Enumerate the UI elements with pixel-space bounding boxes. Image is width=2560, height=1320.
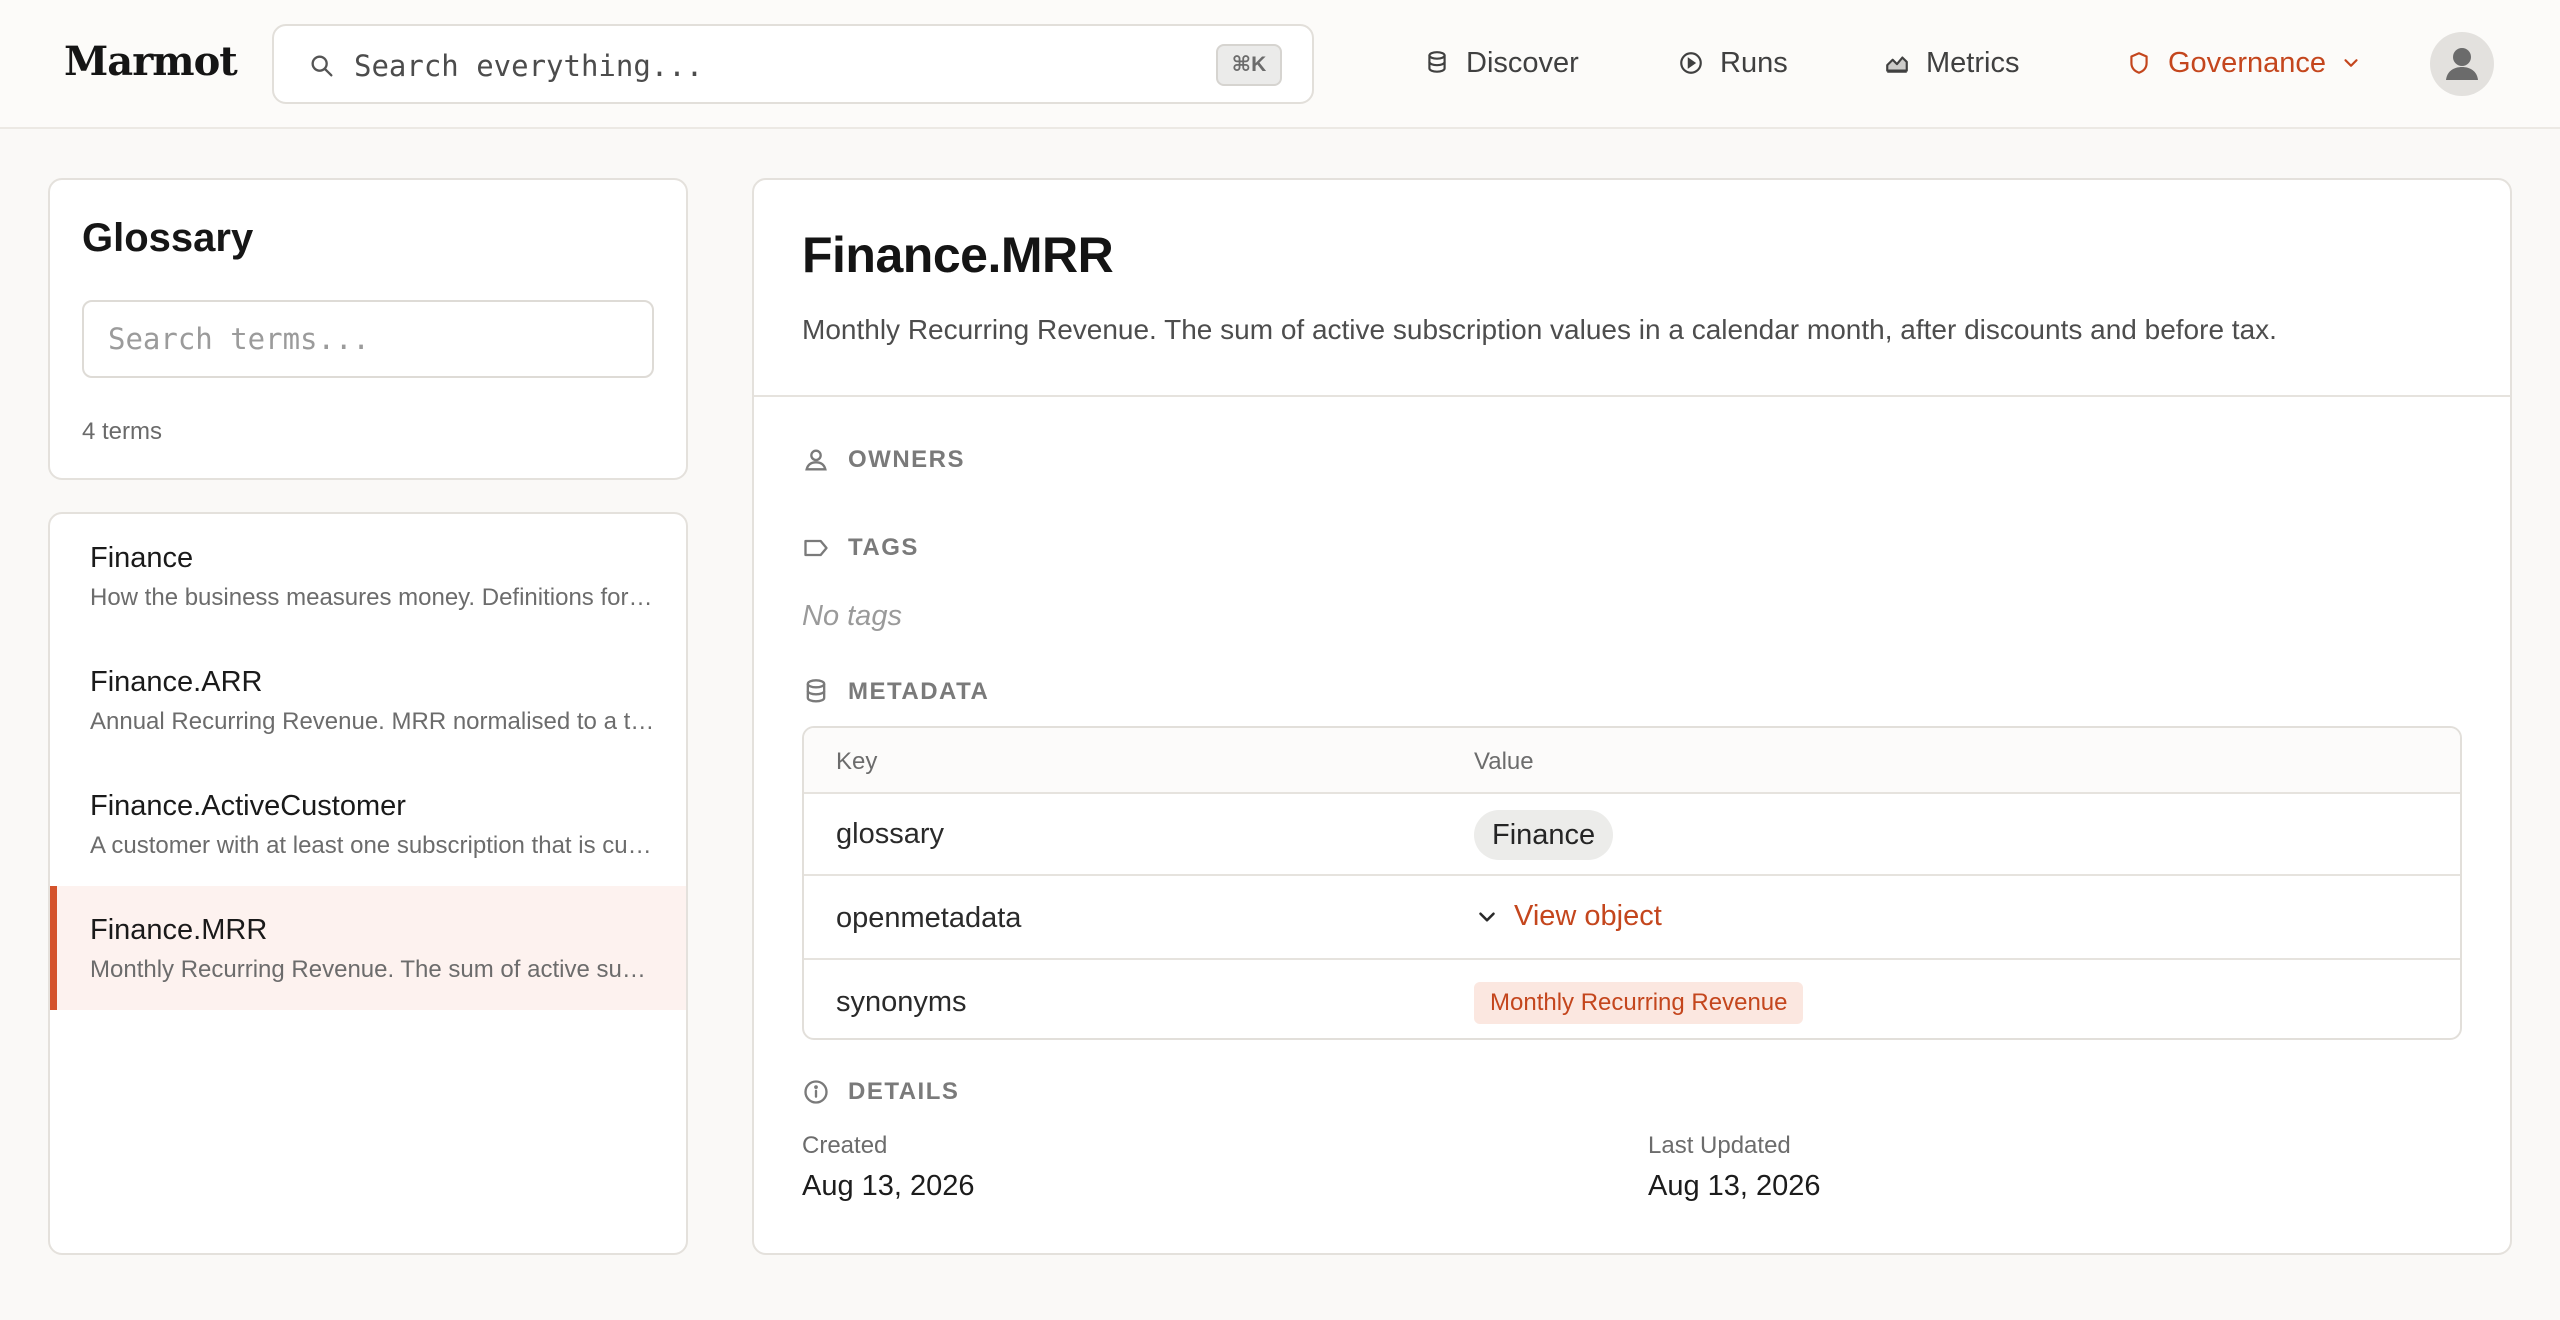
nav-metrics-label: Metrics bbox=[1926, 46, 2020, 79]
term-list: Finance How the business measures money.… bbox=[48, 512, 688, 1255]
table-row: synonyms Monthly Recurring Revenue bbox=[804, 962, 2460, 1038]
term-item-finance-activecustomer[interactable]: Finance.ActiveCustomer A customer with a… bbox=[50, 762, 686, 886]
view-object-toggle[interactable]: View object bbox=[1474, 900, 1662, 933]
term-item-finance-arr[interactable]: Finance.ARR Annual Recurring Revenue. MR… bbox=[50, 638, 686, 762]
created-label: Created bbox=[802, 1132, 888, 1159]
term-description: A customer with at least one subscriptio… bbox=[90, 832, 656, 859]
search-shortcut-badge: ⌘K bbox=[1216, 44, 1282, 86]
nav-metrics[interactable]: Metrics bbox=[1884, 40, 2019, 86]
details-section-header: DETAILS bbox=[802, 1078, 959, 1106]
metadata-key: synonyms bbox=[836, 986, 967, 1018]
details-label: DETAILS bbox=[848, 1078, 960, 1105]
database-icon bbox=[806, 679, 826, 703]
database-icon bbox=[1428, 51, 1446, 73]
metadata-section-header: METADATA bbox=[802, 678, 989, 706]
glossary-title: Glossary bbox=[82, 216, 254, 260]
term-description: How the business measures money. Definit… bbox=[90, 584, 656, 611]
last-updated-date: Aug 13, 2026 bbox=[1648, 1170, 1821, 1202]
term-description-full: Monthly Recurring Revenue. The sum of ac… bbox=[802, 314, 2277, 345]
glossary-value-pill: Finance bbox=[1474, 810, 1614, 860]
metadata-key: openmetadata bbox=[836, 902, 1022, 934]
metadata-key: glossary bbox=[836, 818, 944, 850]
tags-label: TAGS bbox=[848, 534, 919, 561]
nav-discover[interactable]: Discover bbox=[1424, 40, 1579, 86]
nav-governance[interactable]: Governance bbox=[2126, 40, 2362, 86]
metadata-table-header: Key Value bbox=[804, 728, 2460, 794]
term-item-finance[interactable]: Finance How the business measures money.… bbox=[50, 514, 686, 638]
table-row: openmetadata View object bbox=[804, 878, 2460, 960]
term-description: Annual Recurring Revenue. MRR normalised… bbox=[90, 708, 656, 735]
term-detail-panel: Finance.MRR Monthly Recurring Revenue. T… bbox=[752, 178, 2512, 1255]
view-object-label: View object bbox=[1514, 900, 1662, 932]
area-chart-icon bbox=[1886, 56, 1908, 73]
shield-icon bbox=[2130, 52, 2148, 74]
nav-runs-label: Runs bbox=[1720, 46, 1788, 79]
term-name: Finance.ARR bbox=[90, 666, 263, 698]
last-updated-label: Last Updated bbox=[1648, 1132, 1791, 1159]
tags-section-header: TAGS bbox=[802, 534, 919, 562]
tag-icon bbox=[804, 539, 828, 557]
top-navigation-bar: Marmot ⌘K Discover Runs Metrics Gover bbox=[0, 0, 2560, 129]
term-item-finance-mrr[interactable]: Finance.MRR Monthly Recurring Revenue. T… bbox=[50, 886, 686, 1010]
created-date: Aug 13, 2026 bbox=[802, 1170, 975, 1202]
term-description: Monthly Recurring Revenue. The sum of ac… bbox=[90, 956, 656, 983]
table-row: glossary Finance bbox=[804, 794, 2460, 876]
app-logo[interactable]: Marmot bbox=[64, 38, 238, 85]
synonym-badge: Monthly Recurring Revenue bbox=[1474, 982, 1804, 1024]
search-icon bbox=[311, 55, 333, 77]
user-outline-icon bbox=[805, 449, 827, 471]
term-count: 4 terms bbox=[82, 418, 163, 445]
term-name: Finance.ActiveCustomer bbox=[90, 790, 406, 822]
nav-discover-label: Discover bbox=[1466, 46, 1579, 79]
user-avatar[interactable] bbox=[2430, 32, 2494, 96]
metadata-label: METADATA bbox=[848, 678, 990, 705]
value-column-header: Value bbox=[1474, 748, 1534, 775]
metadata-table: Key Value glossary Finance openmetadata … bbox=[802, 726, 2462, 1040]
owners-section-header: OWNERS bbox=[802, 446, 965, 474]
term-name: Finance.MRR bbox=[90, 914, 268, 946]
term-title: Finance.MRR bbox=[802, 227, 1114, 283]
play-circle-icon bbox=[1680, 52, 1702, 74]
glossary-panel: Glossary 4 terms bbox=[48, 178, 688, 480]
nav-governance-label: Governance bbox=[2168, 46, 2326, 79]
owners-label: OWNERS bbox=[848, 446, 965, 473]
divider bbox=[754, 395, 2510, 397]
info-icon bbox=[804, 1080, 828, 1104]
chevron-down-icon bbox=[1479, 911, 1495, 922]
term-name: Finance bbox=[90, 542, 194, 574]
chevron-down-icon bbox=[2344, 59, 2358, 67]
key-column-header: Key bbox=[836, 748, 878, 775]
no-tags-text: No tags bbox=[802, 600, 902, 632]
user-icon bbox=[2446, 48, 2478, 80]
term-search-input[interactable] bbox=[82, 300, 654, 378]
global-search[interactable]: ⌘K bbox=[272, 24, 1314, 104]
global-search-input[interactable] bbox=[354, 48, 1154, 84]
nav-runs[interactable]: Runs bbox=[1678, 40, 1788, 86]
